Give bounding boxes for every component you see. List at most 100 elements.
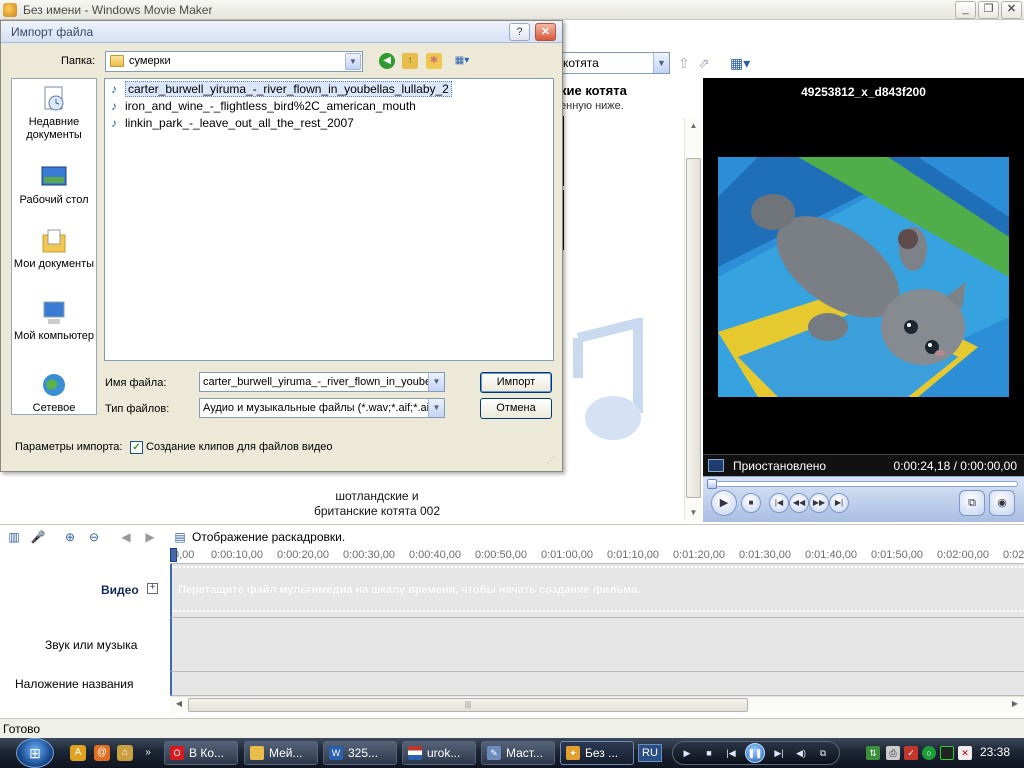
zoom-in-icon[interactable]: ⊕ — [62, 529, 78, 545]
maximize-button[interactable]: ❐ — [978, 1, 999, 19]
place-my-computer[interactable]: Мой компьютер — [12, 299, 96, 343]
playback-status: Приостановлено — [733, 459, 827, 473]
scroll-thumb[interactable] — [686, 158, 701, 498]
quicklaunch-icon[interactable]: A — [70, 745, 86, 761]
dialog-title-bar: Импорт файла ? ✕ — [1, 21, 562, 43]
scroll-right-icon[interactable]: ▶ — [1009, 699, 1021, 708]
more-icon[interactable]: » — [140, 745, 156, 761]
zoom-out-icon[interactable]: ⊖ — [86, 529, 102, 545]
up-folder-icon[interactable]: ⇧ — [678, 55, 694, 71]
view-menu-icon[interactable]: ▦▾ — [449, 53, 475, 69]
taskbar-button-label: Маст... — [506, 746, 543, 760]
file-item[interactable]: ♪ carter_burwell_yiruma_-_river_flown_in… — [109, 81, 452, 97]
rewind-timeline-icon[interactable]: ◀ — [118, 529, 134, 545]
screen-icon[interactable] — [708, 459, 724, 472]
scroll-down-icon[interactable]: ▼ — [687, 508, 700, 517]
folder-select[interactable]: сумерки ▼ — [105, 51, 363, 72]
clip-caption-line1: шотландские и — [335, 489, 419, 503]
start-button[interactable]: ⊞ — [16, 738, 54, 768]
taskbar-button[interactable]: W 325... — [323, 741, 397, 765]
place-network[interactable]: Сетевое — [12, 371, 96, 415]
split-clip-icon[interactable]: ⧉ — [959, 490, 985, 516]
storyboard-view-icon[interactable]: ▥ — [6, 529, 22, 545]
place-my-documents[interactable]: Мои документы — [12, 227, 96, 271]
video-track[interactable]: Перетащите файл мультимедиа на шкалу вре… — [170, 564, 1024, 618]
tray-icon[interactable] — [940, 746, 954, 760]
chevron-down-icon[interactable]: ▼ — [428, 373, 444, 391]
ruler-tick: 0:00:50,00 — [475, 549, 527, 561]
back-icon[interactable]: ◀ — [379, 53, 395, 69]
seek-thumb[interactable] — [707, 479, 717, 489]
taskbar-button[interactable]: ✎ Маст... — [481, 741, 555, 765]
next-frame-icon[interactable]: ▶| — [829, 493, 849, 513]
scroll-thumb[interactable]: ||| — [188, 698, 748, 712]
pause-icon[interactable]: ❚❚ — [745, 743, 765, 763]
network-tray-icon[interactable]: ⇅ — [866, 746, 880, 760]
fast-forward-icon[interactable]: ▶▶ — [809, 493, 829, 513]
new-folder-icon[interactable]: ✱ — [426, 53, 442, 69]
scroll-up-icon[interactable]: ▲ — [687, 121, 700, 130]
chevron-down-icon[interactable]: ▼ — [428, 399, 444, 417]
track-divider — [172, 566, 1024, 568]
snapshot-camera-icon[interactable]: ◉ — [989, 490, 1015, 516]
error-tray-icon[interactable]: ✕ — [958, 746, 972, 760]
play-icon[interactable]: ▶ — [711, 490, 737, 516]
title-overlay-track[interactable] — [170, 672, 1024, 696]
taskbar-button-active[interactable]: ✦ Без ... — [560, 741, 634, 765]
next-track-icon[interactable]: ▶| — [771, 746, 787, 760]
seek-bar[interactable] — [709, 481, 1018, 487]
timeline-ruler[interactable]: 0,00 0:00:10,00 0:00:20,00 0:00:30,00 0:… — [170, 548, 1024, 564]
file-item[interactable]: ♪ linkin_park_-_leave_out_all_the_rest_2… — [109, 115, 354, 131]
cancel-button[interactable]: Отмена — [480, 398, 552, 419]
dialog-close-button[interactable]: ✕ — [535, 23, 556, 41]
resize-grip-icon[interactable]: ⋰ — [547, 456, 559, 468]
rewind-icon[interactable]: ◀◀ — [789, 493, 809, 513]
up-folder-icon[interactable]: ↑ — [402, 53, 418, 69]
printer-icon[interactable]: ⎙ — [886, 746, 900, 760]
file-item[interactable]: ♪ iron_and_wine_-_flightless_bird%2C_ame… — [109, 98, 416, 114]
filename-input[interactable]: carter_burwell_yiruma_-_river_flown_in_y… — [199, 372, 445, 392]
previous-track-icon[interactable]: |◀ — [723, 746, 739, 760]
place-recent-documents[interactable]: Недавние документы — [12, 85, 96, 142]
language-indicator[interactable]: RU — [638, 744, 662, 762]
filetype-select[interactable]: Аудио и музыкальные файлы (*.wav;*.aif;*… — [199, 398, 445, 418]
tray-icon[interactable]: ✓ — [904, 746, 918, 760]
chevron-down-icon[interactable]: ▼ — [345, 53, 361, 70]
previous-frame-icon[interactable]: |◀ — [769, 493, 789, 513]
narrate-microphone-icon[interactable]: 🎤 — [30, 529, 46, 545]
stop-icon[interactable]: ■ — [701, 746, 717, 760]
chevron-down-icon[interactable]: ▼ — [653, 53, 669, 73]
scroll-left-icon[interactable]: ◀ — [173, 699, 185, 708]
mail-icon[interactable]: @ — [94, 745, 110, 761]
place-desktop[interactable]: Рабочий стол — [12, 163, 96, 207]
timeline-horizontal-scrollbar[interactable]: ◀ ||| ▶ — [170, 696, 1024, 713]
restore-player-icon[interactable]: ⧉ — [815, 746, 831, 760]
expand-video-track-icon[interactable]: + — [147, 583, 158, 594]
filmstrip-icon[interactable]: ▤ — [172, 529, 188, 545]
taskbar-button[interactable]: urok... — [402, 741, 476, 765]
views-icon[interactable]: ▦▾ — [730, 55, 750, 71]
play-icon[interactable]: ▶ — [679, 746, 695, 760]
taskbar-button[interactable]: O В Ко... — [164, 741, 238, 765]
play-timeline-icon[interactable]: ▶ — [142, 529, 158, 545]
collection-combo-value: котята — [563, 56, 599, 70]
clip-caption[interactable]: шотландские и британские котята 002 — [307, 489, 447, 519]
close-button[interactable]: ✕ — [1001, 1, 1022, 19]
tray-icon[interactable]: ○ — [922, 746, 936, 760]
file-list[interactable]: ♪ carter_burwell_yiruma_-_river_flown_in… — [104, 78, 554, 361]
stop-icon[interactable]: ■ — [741, 493, 761, 513]
clock[interactable]: 23:38 — [980, 745, 1010, 759]
collection-vertical-scrollbar[interactable]: ▲ ▼ — [684, 118, 701, 520]
create-clips-checkbox[interactable]: ✓ — [130, 441, 143, 454]
new-folder-icon[interactable]: ⇗ — [698, 55, 714, 71]
collection-combo[interactable]: котята ▼ — [560, 52, 670, 74]
audio-track[interactable] — [170, 618, 1024, 672]
help-button[interactable]: ? — [509, 23, 530, 41]
minimize-button[interactable]: _ — [955, 1, 976, 19]
quicklaunch-icon[interactable]: ⌂ — [117, 745, 133, 761]
create-clips-label[interactable]: Создание клипов для файлов видео — [146, 441, 333, 453]
taskbar-button[interactable]: Мей... — [244, 741, 318, 765]
volume-icon[interactable]: ◀) — [793, 746, 809, 760]
storyboard-toggle-label[interactable]: Отображение раскадровки. — [192, 530, 345, 544]
import-button[interactable]: Импорт — [480, 372, 552, 393]
